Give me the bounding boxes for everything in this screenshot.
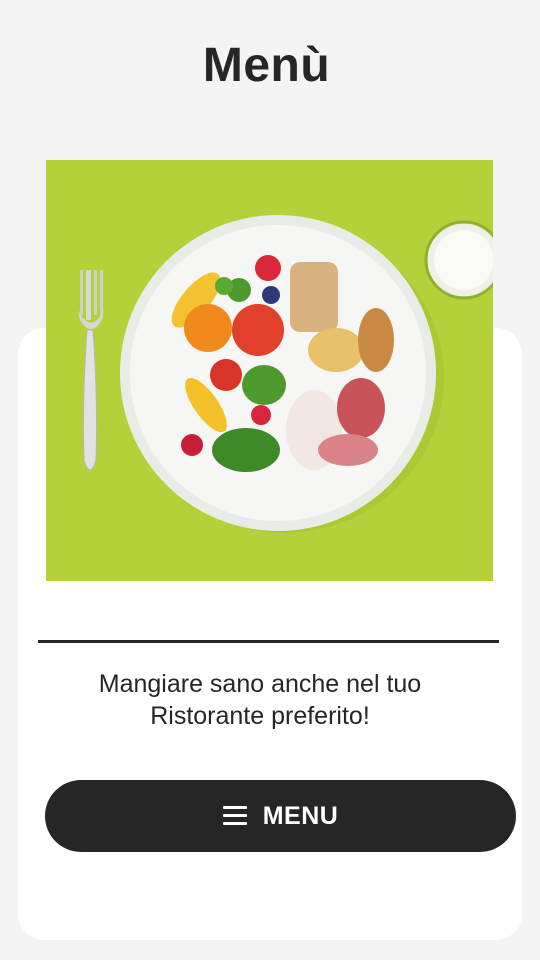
hamburger-icon [222,806,247,826]
page: Menù Mangiare sano anche nel tuo Ristora… [0,0,540,960]
divider [38,640,499,643]
menu-button-label: MENU [262,801,339,830]
tagline-line-2: Ristorante preferito! [150,702,370,730]
menu-button[interactable]: MENU [45,780,516,852]
tagline-line-1: Mangiare sano anche nel tuo [98,670,422,698]
tagline: Mangiare sano anche nel tuo Ristorante p… [40,668,480,732]
page-title: Menù [202,39,331,92]
healthy-plate-image [46,160,493,581]
